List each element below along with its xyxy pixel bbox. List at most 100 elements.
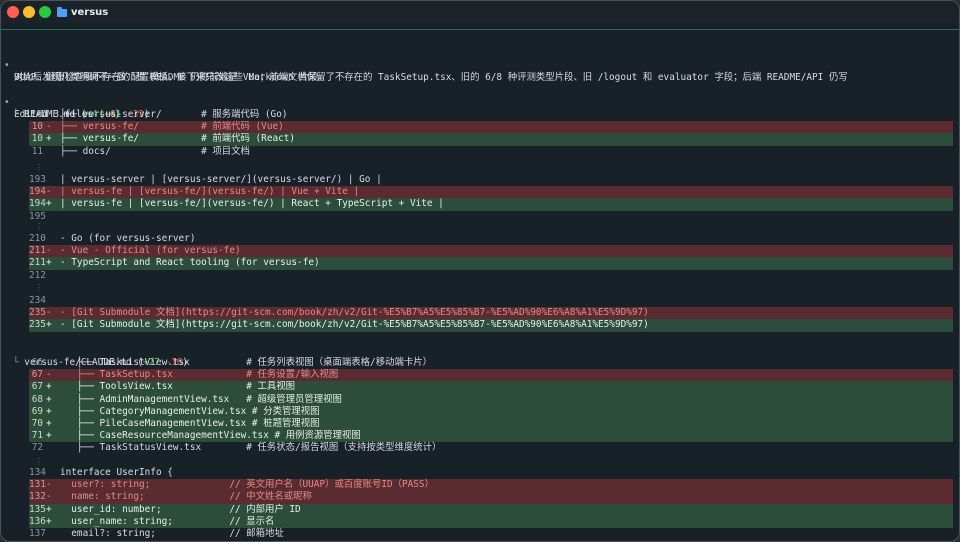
line-number: 193 [29, 174, 46, 185]
diff-marker: + [46, 430, 52, 442]
diff-code: user_name: string; // 显示名 [60, 515, 275, 527]
diff-code: ├── CaseResourceManagementView.tsx # 用例资… [60, 430, 361, 442]
diff-marker [46, 295, 52, 307]
diff-line-context: 210 - Go (for versus-server) [29, 233, 953, 245]
diff-line-context: 134 interface UserInfo { [29, 467, 953, 479]
terminal-output: • 对比后发现几类明确不一致：根 README 仍称前端是 Vue；前端文档保留… [1, 37, 959, 541]
hunk-separator-icon: ⋮ [35, 163, 43, 172]
diff-line-added: 235 + - [Git Submodule 文档](https://git-scm… [29, 319, 953, 332]
diff-code: ├── TaskListView.tsx # 任务列表视图（桌面端表格/移动端卡… [60, 357, 432, 368]
diff-marker [46, 146, 52, 158]
diff-line-added: 211 + - TypeScript and React tooling (for … [29, 257, 953, 270]
diff-code: email?: string; // 邮箱地址 [60, 528, 284, 539]
diff-code: | versus-server | [versus-server/](versu… [60, 174, 382, 185]
diff-code: interface UserInfo { [60, 467, 173, 478]
diff-line-added: 67 + ├── ToolsView.tsx # 工具视图 [29, 381, 953, 394]
diff-marker: + [46, 393, 52, 405]
diff-marker [46, 528, 52, 540]
line-number: 136 [29, 515, 46, 527]
diff-marker: - [46, 479, 52, 491]
file-header-readme: └ README.md (+4 -4) [13, 109, 121, 121]
line-number: 9 [37, 109, 43, 120]
line-number: 10 [31, 133, 43, 145]
terminal-window: versus • 对比后发现几类明确不一致：根 README 仍称前端是 Vue… [0, 0, 960, 542]
window-title-text: versus [71, 6, 109, 18]
diff-line-added: 69 + ├── CategoryManagementView.tsx # 分类管… [29, 405, 953, 418]
diff-line-added: 71 + ├── CaseResourceManagementView.tsx #… [29, 430, 953, 443]
diff-line-removed: 132- name: string; // 中文姓名或昵称 [29, 491, 953, 504]
diff-code: - [Git Submodule 文档](https://git-scm.com… [60, 319, 649, 331]
line-number: 211 [29, 257, 46, 269]
diff-code: - TypeScript and React tooling (for vers… [60, 257, 320, 269]
line-number: 137 [29, 528, 46, 539]
line-number: 71 [31, 430, 43, 442]
diff-marker [46, 357, 52, 369]
line-number: 131 [29, 479, 46, 491]
close-button[interactable] [7, 6, 19, 18]
diff-code: | versus-fe | [versus-fe/](versus-fe/) |… [60, 198, 444, 210]
line-number: 234 [29, 295, 46, 306]
diff-line-added: 136 + user_name: string; // 显示名 [29, 515, 953, 528]
diff-code: | versus-fe | [versus-fe/](versus-fe/) |… [60, 186, 360, 198]
line-number: 211 [29, 245, 46, 257]
header-divider [1, 29, 959, 30]
line-number: 72 [31, 442, 43, 454]
diff-code: name: string; // 中文姓名或昵称 [60, 491, 312, 503]
diff-line-removed: 131- user?: string; // 英文用户名（UUAP）或百度账号I… [29, 479, 953, 492]
line-number: 235 [29, 307, 46, 319]
diff-code: user_id: number; // 内部用户 ID [60, 503, 301, 515]
diff-marker: - [46, 186, 52, 198]
line-number: 195 [29, 210, 46, 222]
line-number: 132 [29, 491, 46, 503]
line-number: 194 [29, 198, 46, 210]
line-number: 68 [31, 393, 43, 405]
line-number: 67 [31, 381, 43, 393]
diff-code: ├── TaskSetup.tsx # 任务设置/输入视图 [60, 369, 339, 381]
diff-line-context: 212 [29, 270, 953, 282]
diff-marker [46, 442, 52, 454]
line-number: 235 [29, 319, 46, 331]
diff-marker [46, 109, 52, 121]
diff-line-removed: 235- - [Git Submodule 文档](https://git-scm… [29, 307, 953, 320]
line-number: 194 [29, 186, 46, 198]
diff-code: ├── versus-fe/ # 前端代码 (Vue) [60, 121, 284, 133]
diff-marker: + [46, 133, 52, 145]
diff-line-added: 70 + ├── PileCaseManagementView.tsx # 桩题管… [29, 418, 953, 431]
diff-code: ├── PileCaseManagementView.tsx # 桩题管理视图 [60, 418, 320, 429]
diff-code: ├── ToolsView.tsx # 工具视图 [60, 381, 296, 393]
diff-marker: + [46, 257, 52, 269]
diff-code: ├── TaskStatusView.tsx # 任务状态/报告视图（支持按类型… [60, 442, 442, 454]
zoom-button[interactable] [39, 6, 51, 18]
line-number: 10 [31, 121, 43, 133]
diff-line-removed: 194- | versus-fe | [versus-fe/](versus-fe… [29, 186, 953, 199]
diff-line-context: 193 | versus-server | [versus-server/](v… [29, 174, 953, 186]
diff-marker: + [46, 515, 52, 527]
diff-marker: - [46, 245, 52, 257]
diff-marker: + [46, 381, 52, 393]
diff-marker: - [46, 491, 52, 503]
diff-line-context: 66 ├── TaskListView.tsx # 任务列表视图（桌面端表格/移… [29, 357, 953, 369]
diff-code: ├── AdminManagementView.tsx # 超级管理员管理视图 [60, 393, 342, 405]
diff-marker: + [46, 405, 52, 417]
diff-marker: + [46, 198, 52, 210]
diff-code: ├── CategoryManagementView.tsx # 分类管理视图 [60, 405, 320, 417]
window-title: versus [57, 5, 108, 19]
line-number: 210 [29, 233, 46, 244]
diff-line-added: 10 + ├── versus-fe/ # 前端代码 (React) [29, 133, 953, 146]
diff-code: user?: string; // 英文用户名（UUAP）或百度账号ID（PAS… [60, 479, 434, 491]
message-line-1: • 对比后发现几类明确不一致：根 README 仍称前端是 Vue；前端文档保留… [4, 60, 848, 84]
diff-marker: - [46, 307, 52, 319]
title-bar: versus [1, 1, 959, 23]
diff-code: ├── docs/ # 项目文档 [60, 145, 250, 157]
diff-marker [46, 174, 52, 186]
line-number: 134 [29, 467, 46, 478]
diff-line-removed: 211- - Vue - Official (for versus-fe) [29, 245, 953, 258]
diff-code: - [Git Submodule 文档](https://git-scm.com… [60, 307, 649, 319]
hunk-separator-icon: ⋮ [35, 222, 43, 231]
diff-line-context: 195 [29, 211, 953, 223]
diff-line-context: 234 [29, 295, 953, 307]
diff-line-added: 135 + user_id: number; // 内部用户 ID [29, 503, 953, 516]
diff-line-added: 68 + ├── AdminManagementView.tsx # 超级管理员管… [29, 393, 953, 406]
diff-code: - Go (for versus-server) [60, 233, 196, 244]
minimize-button[interactable] [23, 6, 35, 18]
